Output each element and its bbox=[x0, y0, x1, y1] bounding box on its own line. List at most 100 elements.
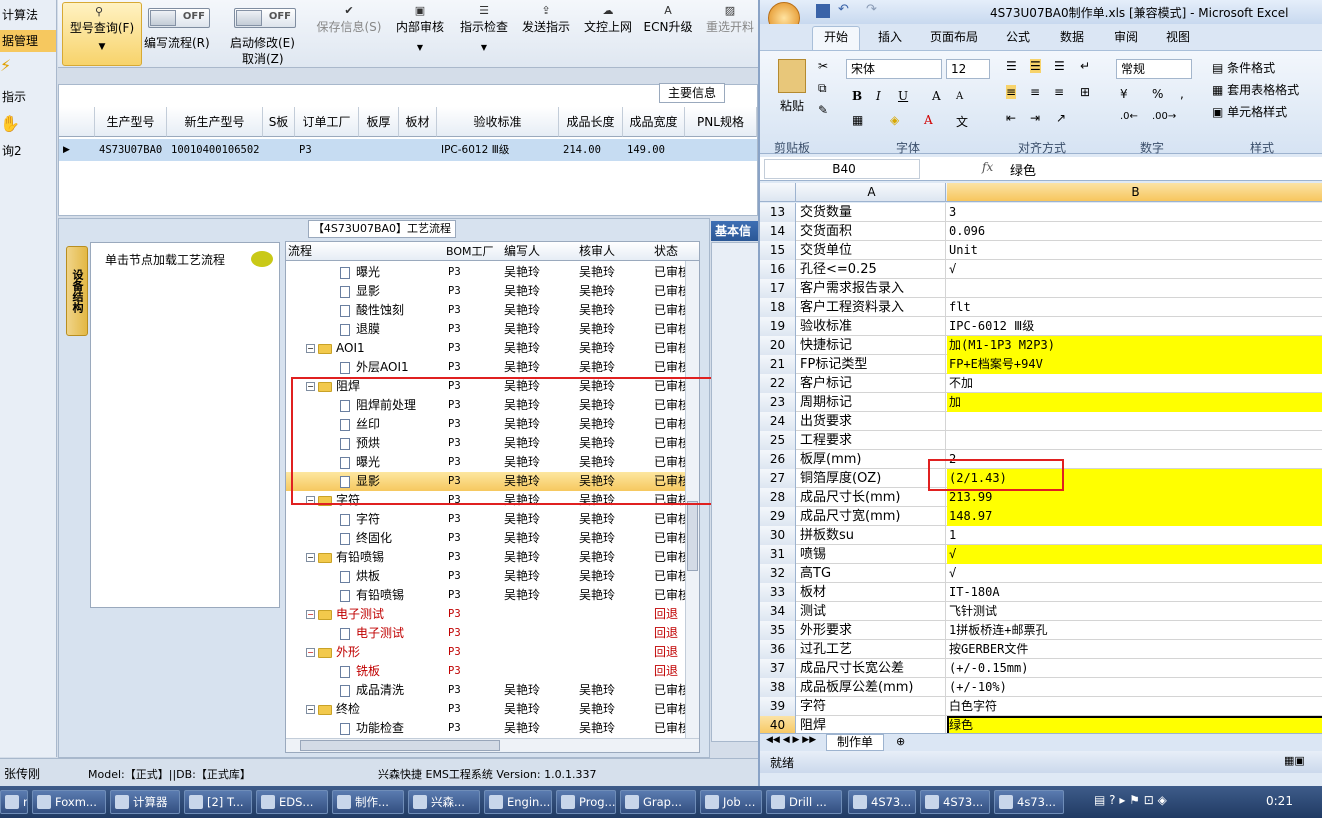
sheet-row[interactable]: 39 字符 白色字符 bbox=[760, 697, 1322, 716]
taskbar-item[interactable]: 制作... bbox=[332, 790, 404, 814]
row-number[interactable]: 30 bbox=[760, 526, 796, 545]
row-number[interactable]: 37 bbox=[760, 659, 796, 678]
cell-a[interactable]: 孔径<=0.25 bbox=[798, 260, 946, 279]
taskbar-item[interactable]: Drill ... bbox=[766, 790, 842, 814]
cell-b[interactable]: 按GERBER文件 bbox=[947, 640, 1322, 659]
cancel-label[interactable]: 取消(Z) bbox=[242, 50, 284, 67]
comma-icon[interactable]: , bbox=[1180, 87, 1184, 101]
row-number[interactable]: 28 bbox=[760, 488, 796, 507]
row-number[interactable]: 27 bbox=[760, 469, 796, 488]
row-number[interactable]: 32 bbox=[760, 564, 796, 583]
cell-a[interactable]: 高TG bbox=[798, 564, 946, 583]
horizontal-scrollbar[interactable] bbox=[286, 738, 699, 752]
row-number[interactable]: 14 bbox=[760, 222, 796, 241]
internal-review-button[interactable]: ▣ 内部审核 ▼ bbox=[392, 2, 448, 52]
increase-decimal-icon[interactable]: .0← bbox=[1120, 111, 1138, 122]
col-header[interactable]: 核审人 bbox=[579, 242, 615, 261]
cell-a[interactable]: 周期标记 bbox=[798, 393, 946, 412]
cell-b[interactable]: (+/-0.15mm) bbox=[947, 659, 1322, 678]
save-info-button[interactable]: ✔ 保存信息(S) bbox=[313, 2, 385, 35]
model-query-button[interactable]: ⚲ 型号查询(F) ▼ bbox=[62, 2, 142, 66]
sheet-row[interactable]: 25 工程要求 bbox=[760, 431, 1322, 450]
row-number[interactable]: 20 bbox=[760, 336, 796, 355]
row-number[interactable]: 15 bbox=[760, 241, 796, 260]
tree-row[interactable]: 退膜 P3 吴艳玲 吴艳玲 已审核 bbox=[286, 320, 699, 339]
collapse-icon[interactable]: − bbox=[306, 648, 315, 657]
cell-b[interactable]: 148.97 bbox=[947, 507, 1322, 526]
shrink-font-button[interactable]: A bbox=[956, 91, 963, 102]
row-number[interactable]: 23 bbox=[760, 393, 796, 412]
tree-row[interactable]: 酸性蚀刻 P3 吴艳玲 吴艳玲 已审核 bbox=[286, 301, 699, 320]
taskbar-item[interactable]: Foxm... bbox=[32, 790, 106, 814]
cell-a[interactable]: 快捷标记 bbox=[798, 336, 946, 355]
taskbar-item[interactable]: Engin... bbox=[484, 790, 552, 814]
taskbar-item[interactable]: 4S73... bbox=[848, 790, 916, 814]
cell-b[interactable]: flt bbox=[947, 298, 1322, 317]
cell-b[interactable]: 0.096 bbox=[947, 222, 1322, 241]
font-size-select[interactable]: 12 bbox=[946, 59, 990, 79]
align-left-icon[interactable]: ≡ bbox=[1006, 85, 1017, 99]
tab-basic-info[interactable]: 基本信 bbox=[711, 221, 759, 241]
scrollbar-thumb[interactable] bbox=[300, 740, 500, 751]
taskbar-item[interactable]: 计算器 bbox=[110, 790, 180, 814]
tray-icons[interactable]: ▤ ? ▸ ⚑ ⊡ ◈ bbox=[1094, 793, 1167, 807]
sheet-row[interactable]: 31 喷锡 √ bbox=[760, 545, 1322, 564]
formula-input[interactable]: 绿色 bbox=[1010, 160, 1036, 179]
reselect-cut-button[interactable]: ▨ 重选开料 bbox=[702, 2, 758, 35]
cell-b[interactable]: (+/-10%) bbox=[947, 678, 1322, 697]
tab-formulas[interactable]: 公式 bbox=[1006, 28, 1030, 45]
number-format-select[interactable]: 常规 bbox=[1116, 59, 1192, 79]
col-header[interactable]: 成品长度 bbox=[559, 107, 623, 137]
cell-a[interactable]: 字符 bbox=[798, 697, 946, 716]
name-box[interactable]: B40 bbox=[764, 159, 920, 179]
taskbar-item[interactable]: 兴森... bbox=[408, 790, 480, 814]
sheet-row[interactable]: 13 交货数量 3 bbox=[760, 203, 1322, 222]
sheet-row[interactable]: 15 交货单位 Unit bbox=[760, 241, 1322, 260]
borders-icon[interactable]: ▦ bbox=[852, 113, 863, 127]
cell-a[interactable]: 客户工程资料录入 bbox=[798, 298, 946, 317]
taskbar-item[interactable]: EDS... bbox=[256, 790, 328, 814]
fx-icon[interactable]: fx bbox=[982, 160, 993, 174]
send-instruction-button[interactable]: ⇪ 发送指示 bbox=[518, 2, 574, 35]
cell-b[interactable]: 3 bbox=[947, 203, 1322, 222]
tree-node-label[interactable]: 有铅喷锡 bbox=[340, 586, 404, 605]
col-header[interactable]: 验收标准 bbox=[437, 107, 559, 137]
redo-icon[interactable]: ↷ bbox=[866, 2, 877, 17]
col-header[interactable]: 状态 bbox=[654, 242, 678, 261]
cell-b[interactable]: 白色字符 bbox=[947, 697, 1322, 716]
decrease-decimal-icon[interactable]: .00→ bbox=[1152, 111, 1176, 122]
tree-row[interactable]: 铣板 P3 回退 bbox=[286, 662, 699, 681]
tree-node-label[interactable]: − 有铅喷锡 bbox=[306, 548, 384, 567]
collapse-icon[interactable]: − bbox=[306, 610, 315, 619]
percent-icon[interactable]: % bbox=[1152, 87, 1163, 101]
tree-row[interactable]: 字符 P3 吴艳玲 吴艳玲 已审核 bbox=[286, 510, 699, 529]
sheet-row[interactable]: 30 拼板数su 1 bbox=[760, 526, 1322, 545]
nav-item-calc[interactable]: 计算法 bbox=[0, 4, 56, 26]
col-header[interactable]: 板材 bbox=[399, 107, 437, 137]
undo-icon[interactable]: ↶ bbox=[838, 2, 849, 17]
phonetic-icon[interactable]: 文 bbox=[956, 113, 968, 130]
cell-a[interactable]: 喷锡 bbox=[798, 545, 946, 564]
tree-row[interactable]: 终固化 P3 吴艳玲 吴艳玲 已审核 bbox=[286, 529, 699, 548]
tree-row[interactable]: 显影 P3 吴艳玲 吴艳玲 已审核 bbox=[286, 282, 699, 301]
row-number[interactable]: 22 bbox=[760, 374, 796, 393]
sheet-row[interactable]: 17 客户需求报告录入 bbox=[760, 279, 1322, 298]
cell-b[interactable]: √ bbox=[947, 545, 1322, 564]
cell-b[interactable]: √ bbox=[947, 564, 1322, 583]
row-number[interactable]: 18 bbox=[760, 298, 796, 317]
cell-b[interactable] bbox=[947, 279, 1322, 298]
sheet-row[interactable]: 14 交货面积 0.096 bbox=[760, 222, 1322, 241]
cell-b[interactable]: 1 bbox=[947, 526, 1322, 545]
tree-node-label[interactable]: 外层AOI1 bbox=[340, 358, 409, 377]
cell-a[interactable]: 出货要求 bbox=[798, 412, 946, 431]
tree-row[interactable]: 烘板 P3 吴艳玲 吴艳玲 已审核 bbox=[286, 567, 699, 586]
format-painter-icon[interactable]: ✎ bbox=[818, 103, 828, 117]
tree-node-label[interactable]: 显影 bbox=[340, 282, 380, 301]
cell-a[interactable]: 工程要求 bbox=[798, 431, 946, 450]
sheet-row[interactable]: 24 出货要求 bbox=[760, 412, 1322, 431]
cell-a[interactable]: 成品尺寸长(mm) bbox=[798, 488, 946, 507]
font-color-icon[interactable]: A bbox=[924, 113, 933, 127]
col-header[interactable]: 生产型号 bbox=[95, 107, 167, 137]
tree-row[interactable]: − 外形 P3 回退 bbox=[286, 643, 699, 662]
collapse-icon[interactable]: − bbox=[306, 553, 315, 562]
